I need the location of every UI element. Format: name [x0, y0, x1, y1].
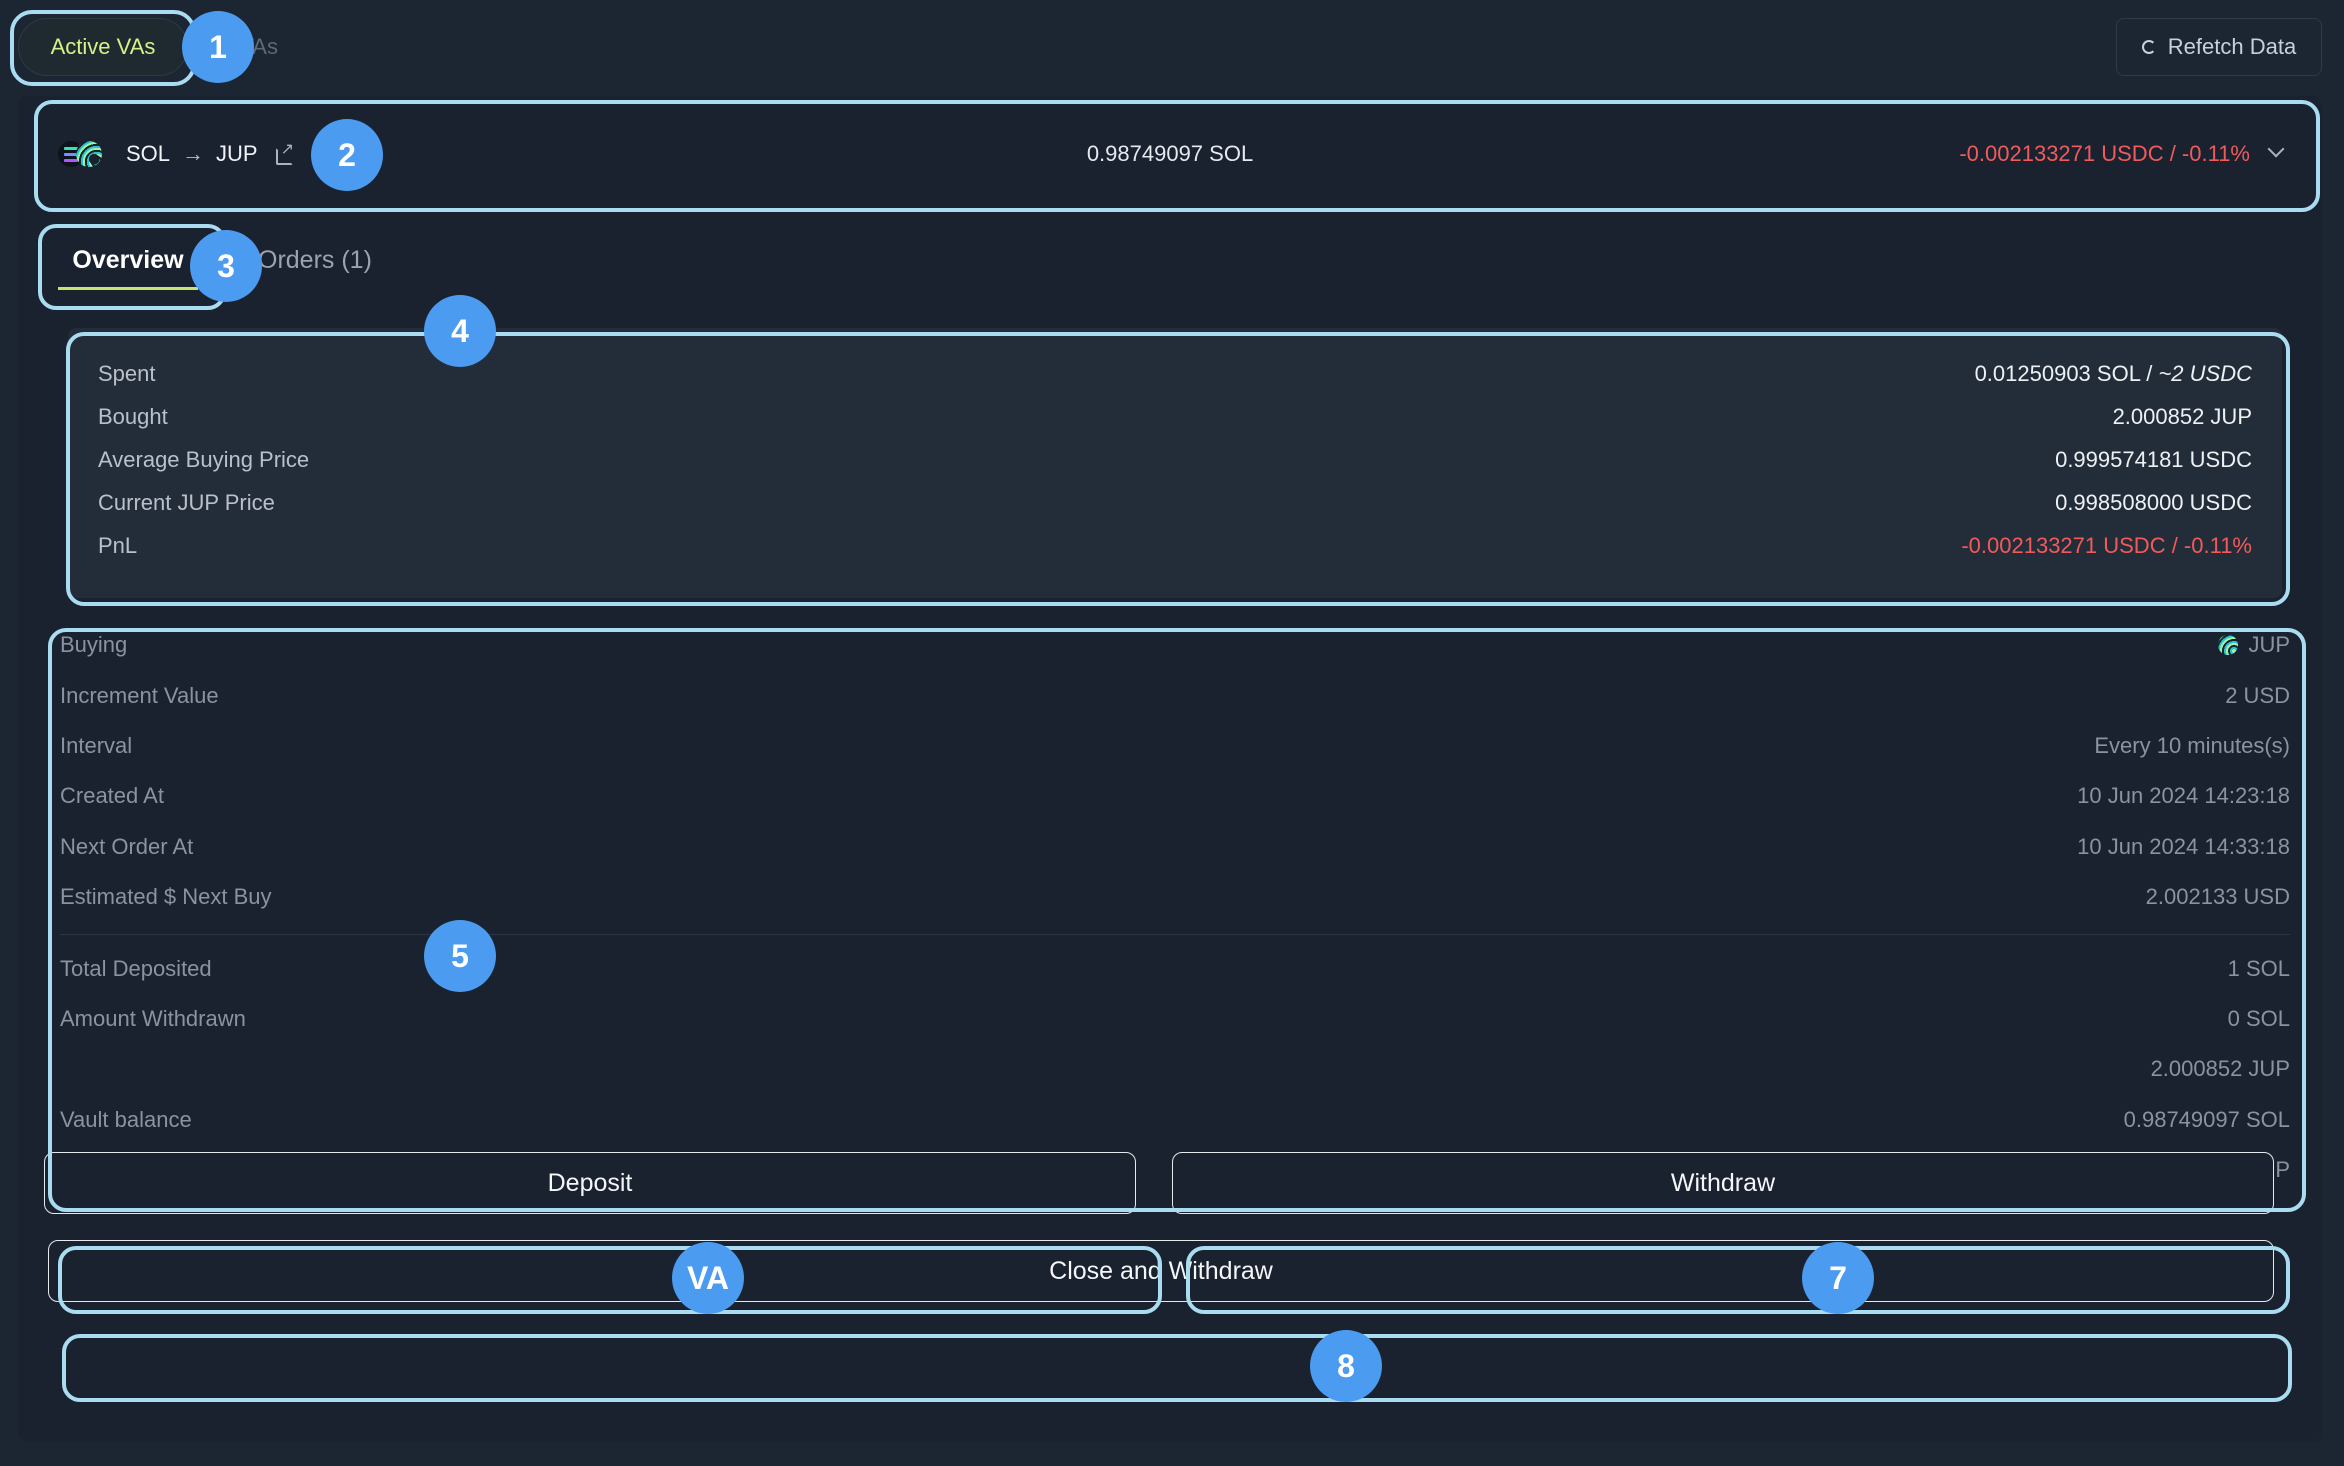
detail-label: Buying	[60, 632, 128, 658]
detail-row-buying: Buying JUP	[60, 620, 2290, 670]
detail-row-interval: Interval Every 10 minutes(s)	[60, 721, 2290, 771]
pair-to-token: JUP	[216, 141, 258, 166]
summary-label: Spent	[98, 360, 156, 386]
summary-value: 0.01250903 SOL / ~2 USDC	[1975, 361, 2252, 387]
detail-row-total-deposited: Total Deposited 1 SOL	[60, 943, 2290, 993]
pair-from-token: SOL	[126, 141, 171, 166]
jup-token-icon	[2218, 635, 2239, 656]
detail-value: 2.000852 JUP	[2150, 1056, 2290, 1082]
summary-row-average-price: Average Buying Price 0.999574181 USDC	[98, 438, 2252, 481]
detail-label: Interval	[60, 732, 133, 758]
detail-value: 2 USD	[2225, 682, 2290, 708]
detail-value: Every 10 minutes(s)	[2094, 732, 2290, 758]
detail-label: Amount Withdrawn	[60, 1005, 246, 1031]
refetch-data-label: Refetch Data	[2167, 34, 2297, 59]
overview-summary: Spent 0.01250903 SOL / ~2 USDC Bought 2.…	[68, 328, 2282, 598]
detail-row-amount-withdrawn: Amount Withdrawn 0 SOL	[60, 994, 2290, 1044]
annotation-badge-1: 1	[182, 11, 254, 83]
detail-row-estimated-next-buy: Estimated $ Next Buy 2.002133 USD	[60, 872, 2290, 922]
detail-row-next-order: Next Order At 10 Jun 2024 14:33:18	[60, 822, 2290, 872]
detail-label: Next Order At	[60, 833, 194, 859]
summary-value: -0.002133271 USDC / -0.11%	[1961, 532, 2252, 558]
summary-label: Bought	[98, 403, 168, 429]
token-pair-icons	[58, 139, 104, 169]
detail-row-vault-balance: Vault balance 0.98749097 SOL	[60, 1095, 2290, 1145]
detail-value: JUP	[2218, 632, 2290, 658]
divider	[60, 934, 2290, 936]
detail-value: 0 SOL	[2227, 1005, 2290, 1031]
summary-value: 0.998508000 USDC	[2055, 489, 2252, 515]
detail-row-increment: Increment Value 2 USD	[60, 670, 2290, 720]
detail-value: 0.98749097 SOL	[2123, 1106, 2290, 1132]
refresh-icon	[2141, 40, 2156, 54]
jup-token-icon	[76, 141, 102, 167]
va-details: Buying JUP Increment Value 2 USD Interva…	[60, 620, 2290, 1200]
summary-value: 0.999574181 USDC	[2055, 446, 2252, 472]
annotation-badge-2: 2	[311, 119, 383, 191]
spent-usdc-value: ~2 USDC	[2158, 360, 2252, 386]
pair-pnl: -0.002133271 USDC / -0.11%	[1959, 141, 2250, 166]
summary-label: Average Buying Price	[98, 446, 310, 472]
annotation-badge-8: 8	[1310, 1330, 1382, 1402]
detail-label: Created At	[60, 783, 164, 809]
dca-va-screen: Active VAs st VAs Refetch Data SOL → JUP…	[0, 0, 2344, 1466]
detail-label: Vault balance	[60, 1106, 192, 1132]
close-and-withdraw-button[interactable]: Close and Withdraw	[48, 1240, 2274, 1302]
annotation-badge-7: 7	[1802, 1242, 1874, 1314]
detail-value: 10 Jun 2024 14:23:18	[2077, 783, 2290, 809]
detail-value: 10 Jun 2024 14:33:18	[2077, 833, 2290, 859]
external-link-icon[interactable]	[275, 139, 294, 165]
summary-row-current-price: Current JUP Price 0.998508000 USDC	[98, 481, 2252, 524]
summary-label: PnL	[98, 532, 138, 558]
tab-active-vas[interactable]: Active VAs	[18, 18, 188, 76]
summary-row-spent: Spent 0.01250903 SOL / ~2 USDC	[98, 352, 2252, 395]
detail-row-withdrawn-jup: 2.000852 JUP	[60, 1044, 2290, 1094]
summary-row-bought: Bought 2.000852 JUP	[98, 395, 2252, 438]
spent-sol-value: 0.01250903 SOL /	[1974, 360, 2159, 386]
summary-value: 2.000852 JUP	[2112, 403, 2252, 429]
buying-token: JUP	[2248, 632, 2290, 658]
summary-label: Current JUP Price	[98, 489, 275, 515]
deposit-button[interactable]: Deposit	[44, 1152, 1136, 1214]
tab-overview[interactable]: Overview	[48, 220, 208, 300]
detail-value: 1 SOL	[2227, 955, 2290, 981]
detail-row-created-at: Created At 10 Jun 2024 14:23:18	[60, 771, 2290, 821]
annotation-badge-va: VA	[672, 1242, 744, 1314]
detail-label: Estimated $ Next Buy	[60, 884, 272, 910]
detail-value: 2.002133 USD	[2145, 884, 2290, 910]
withdraw-button[interactable]: Withdraw	[1172, 1152, 2274, 1214]
annotation-badge-5: 5	[424, 920, 496, 992]
top-bar: Active VAs st VAs Refetch Data	[18, 18, 2326, 76]
chevron-down-icon[interactable]	[2267, 140, 2285, 158]
arrow-right-icon: →	[182, 141, 205, 166]
sub-tabs: Overview Orders (1)	[18, 220, 2322, 300]
annotation-badge-4: 4	[424, 295, 496, 367]
detail-label: Total Deposited	[60, 955, 212, 981]
tab-orders[interactable]: Orders (1)	[258, 220, 372, 300]
refetch-data-button[interactable]: Refetch Data	[2116, 18, 2322, 76]
summary-row-pnl: PnL -0.002133271 USDC / -0.11%	[98, 524, 2252, 567]
detail-label: Increment Value	[60, 682, 219, 708]
annotation-badge-3: 3	[190, 230, 262, 302]
